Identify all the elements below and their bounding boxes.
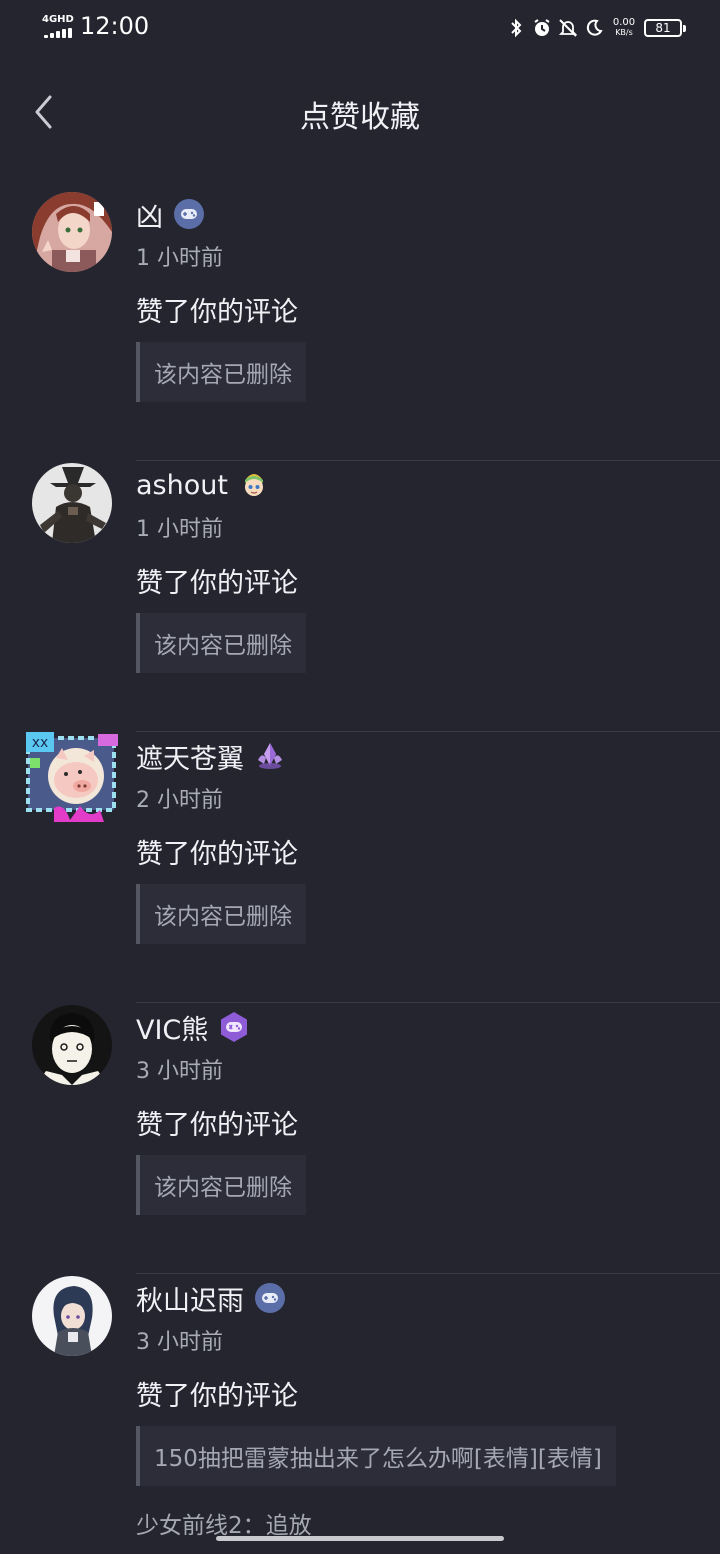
avatar[interactable]: xx — [24, 730, 120, 822]
crystal-badge-icon — [258, 743, 282, 769]
avatar[interactable] — [32, 1005, 112, 1085]
user-name[interactable]: 凶 — [136, 195, 163, 234]
mute-icon — [558, 18, 578, 38]
notification-item[interactable]: 秋山迟雨 3 小时前 赞了你的评论 150抽把雷蒙抽出来了怎么办啊[表情][表情… — [0, 1274, 720, 1554]
timestamp: 2 小时前 — [136, 788, 223, 813]
notification-item[interactable]: 凶 1 小时前 赞了你的评论 该内容已删除 — [0, 190, 720, 461]
action-text: 赞了你的评论 — [136, 1381, 298, 1412]
home-indicator[interactable] — [216, 1536, 504, 1541]
notification-item[interactable]: VIC熊 3 小时前 赞了你的评论 该内容已删除 — [0, 1003, 720, 1274]
character-badge-icon — [244, 474, 263, 496]
quoted-comment-text: 150抽把雷蒙抽出来了怎么办啊[表情][表情] — [154, 1446, 602, 1472]
timestamp: 1 小时前 — [136, 246, 223, 271]
bluetooth-icon — [506, 18, 526, 38]
status-bar: 4GHD 12:00 0.00 KB/s 81 — [0, 0, 720, 56]
user-name[interactable]: ashout — [136, 470, 228, 501]
timestamp: 3 小时前 — [136, 1059, 223, 1084]
alarm-icon — [532, 18, 552, 38]
notification-list: 凶 1 小时前 赞了你的评论 该内容已删除 ashout 1 小时前 赞了你的评… — [0, 190, 720, 1554]
top-bar: 点赞收藏 — [0, 76, 720, 148]
gamepad-badge-icon — [255, 1283, 285, 1313]
svg-text:xx: xx — [32, 735, 49, 751]
user-name[interactable]: VIC熊 — [136, 1008, 208, 1047]
network-speed: 0.00 KB/s — [612, 17, 636, 38]
notification-item[interactable]: ashout 1 小时前 赞了你的评论 该内容已删除 — [0, 461, 720, 732]
gamepad-badge-icon — [174, 199, 204, 229]
signal-icon — [44, 28, 74, 38]
timestamp: 1 小时前 — [136, 517, 223, 542]
action-text: 赞了你的评论 — [136, 297, 298, 328]
action-text: 赞了你的评论 — [136, 1110, 298, 1141]
quoted-comment-text: 该内容已删除 — [154, 904, 292, 930]
quoted-comment-text: 该内容已删除 — [154, 633, 292, 659]
avatar[interactable] — [32, 1276, 112, 1356]
network-type: 4GHD — [42, 14, 74, 25]
battery-icon: 81 — [644, 19, 686, 37]
action-text: 赞了你的评论 — [136, 568, 298, 599]
quoted-comment[interactable]: 该内容已删除 — [136, 342, 306, 402]
avatar[interactable] — [32, 192, 112, 272]
quoted-comment[interactable]: 该内容已删除 — [136, 884, 306, 944]
notification-item[interactable]: xx 遮天苍翼 2 小时前 赞了你的评论 该内容已删除 — [0, 732, 720, 1003]
timestamp: 3 小时前 — [136, 1330, 223, 1355]
quoted-comment[interactable]: 该内容已删除 — [136, 613, 306, 673]
action-text: 赞了你的评论 — [136, 839, 298, 870]
avatar[interactable] — [32, 463, 112, 543]
dnd-moon-icon — [584, 18, 604, 38]
quoted-comment[interactable]: 150抽把雷蒙抽出来了怎么办啊[表情][表情] — [136, 1426, 616, 1486]
battery-level: 81 — [655, 21, 671, 35]
quoted-comment[interactable]: 该内容已删除 — [136, 1155, 306, 1215]
user-name[interactable]: 遮天苍翼 — [136, 737, 244, 776]
quoted-comment-text: 该内容已删除 — [154, 362, 292, 388]
clock: 12:00 — [80, 12, 150, 40]
source-game-link[interactable]: 少女前线2：追放 — [136, 1506, 312, 1540]
quoted-comment-text: 该内容已删除 — [154, 1175, 292, 1201]
gamepad-badge-icon — [221, 1012, 248, 1042]
user-name[interactable]: 秋山迟雨 — [136, 1279, 244, 1318]
page-title: 点赞收藏 — [300, 100, 420, 135]
